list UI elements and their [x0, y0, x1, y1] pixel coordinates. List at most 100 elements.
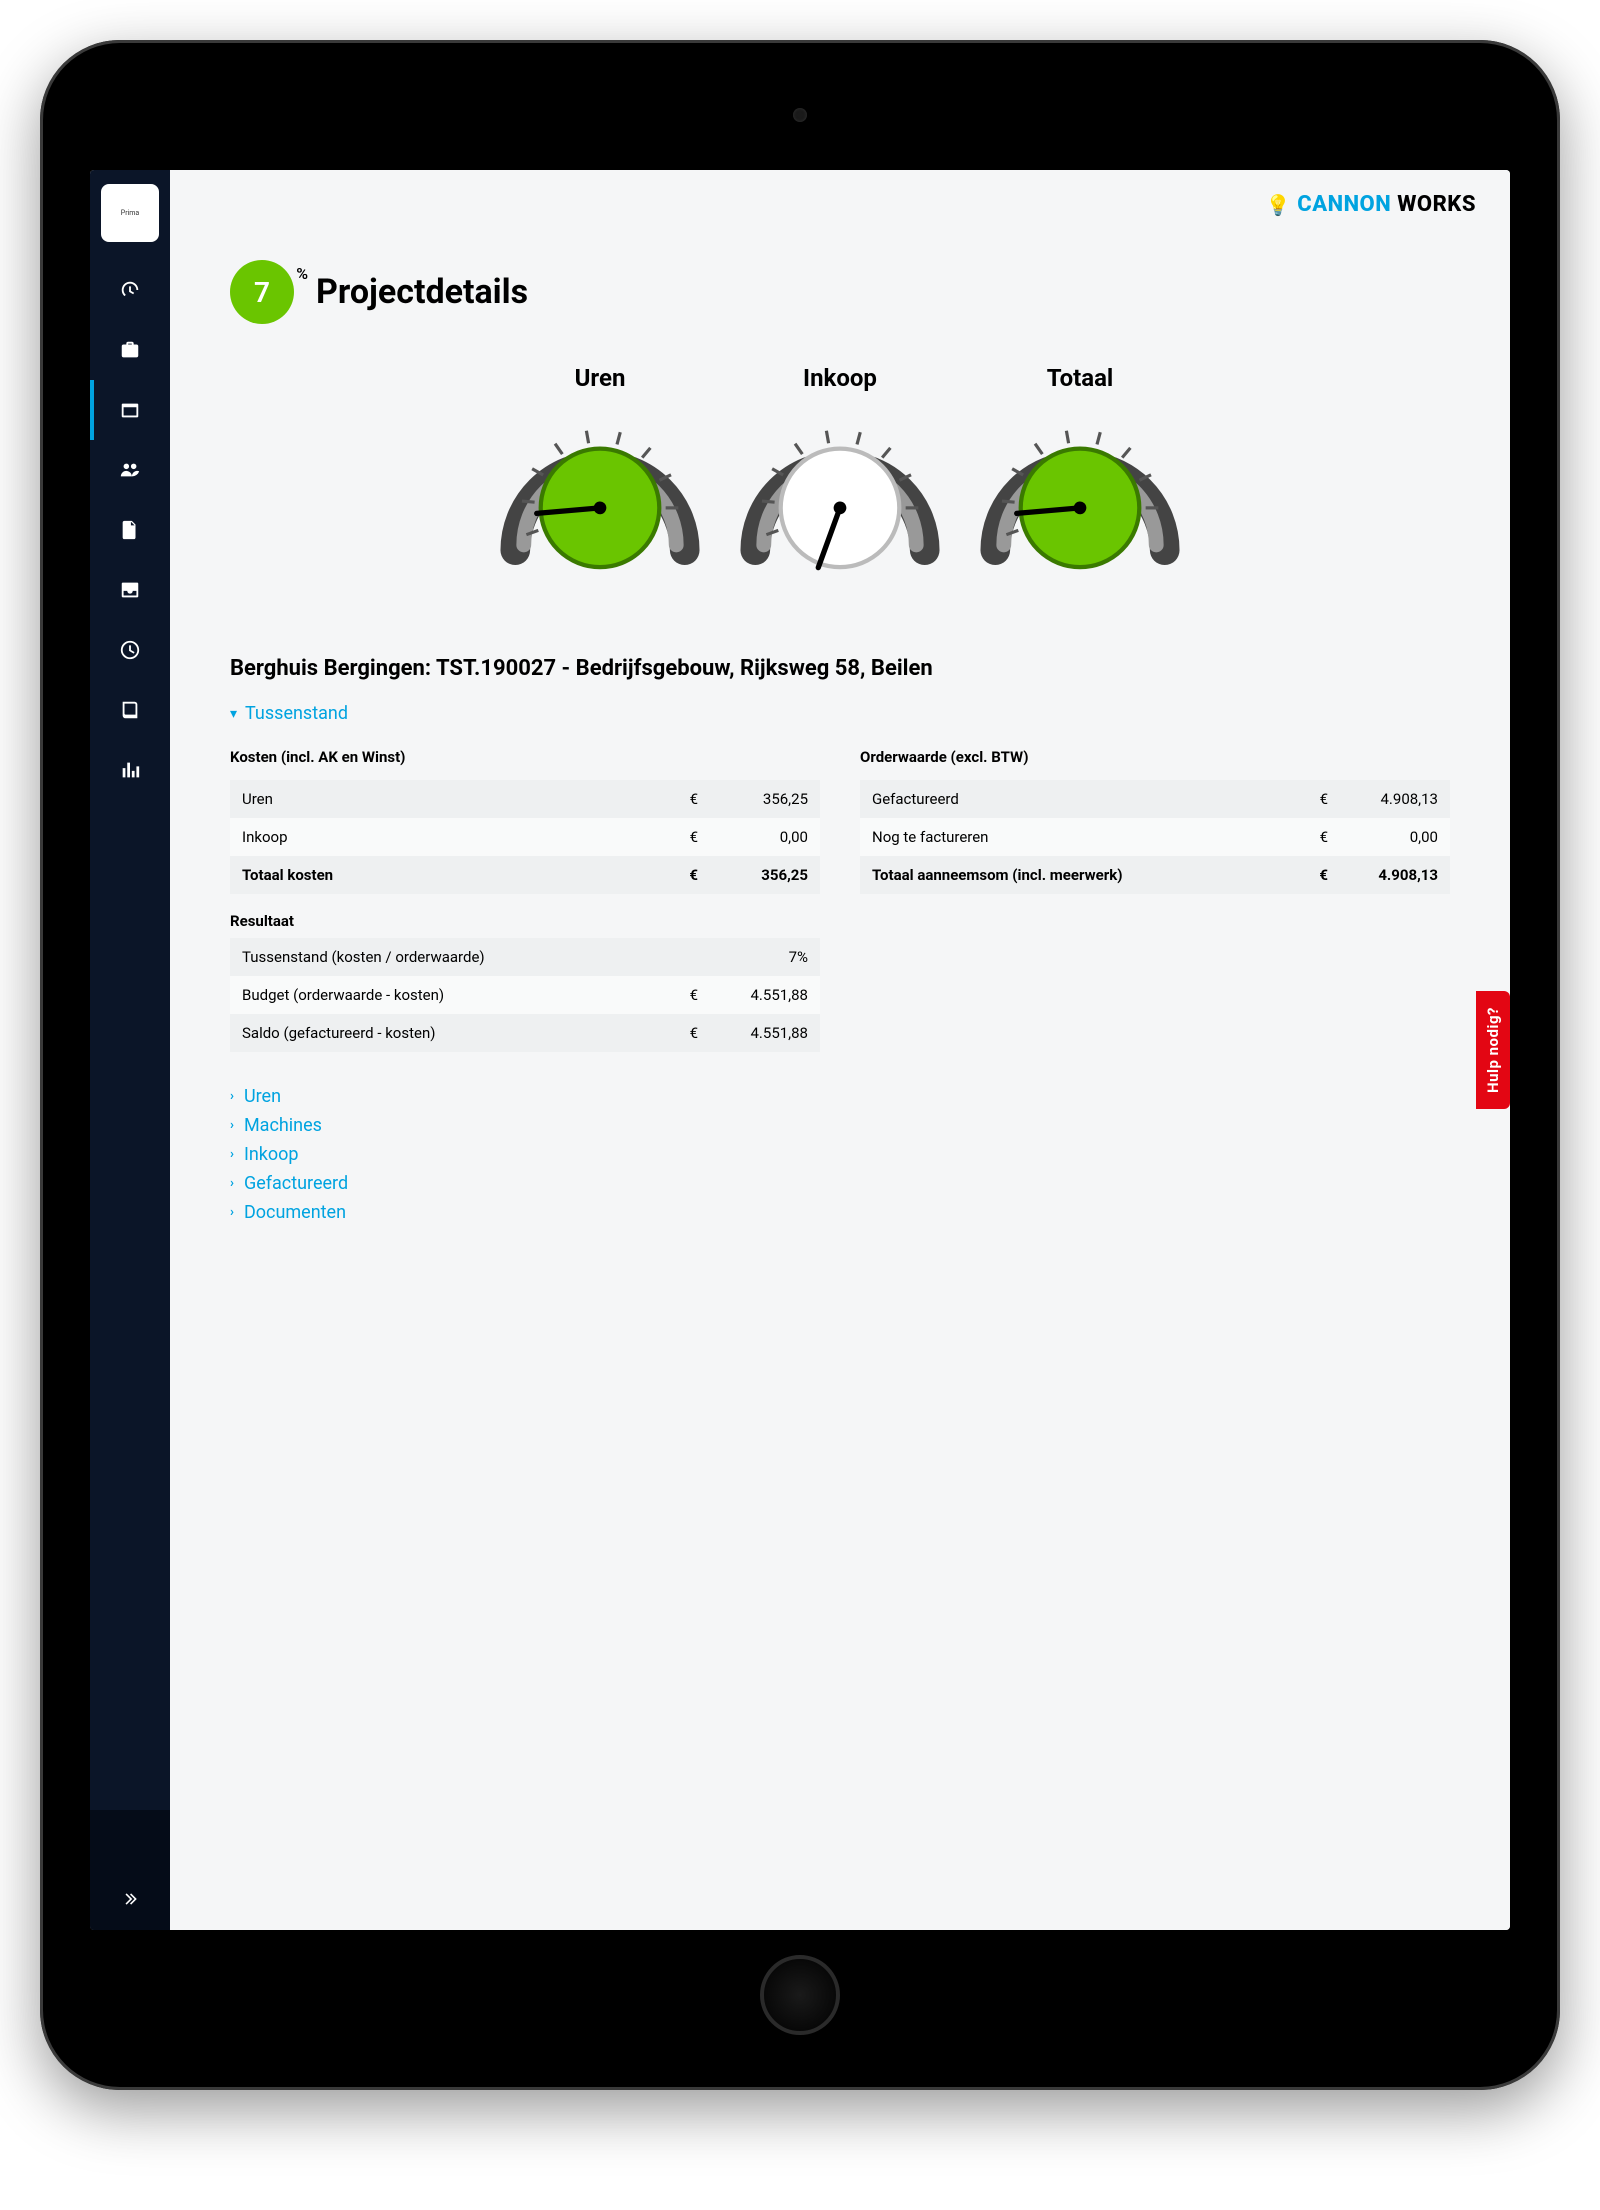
row-currency: € [670, 818, 710, 856]
row-label: Nog te factureren [860, 818, 1300, 856]
row-currency: € [670, 976, 710, 1014]
table-row: Nog te factureren € 0,00 [860, 818, 1450, 856]
row-value: 4.551,88 [710, 1014, 820, 1052]
row-currency: € [1300, 818, 1340, 856]
table-row: Totaal kosten € 356,25 [230, 856, 820, 894]
row-value: 356,25 [710, 780, 820, 818]
gauge-icon [119, 279, 141, 301]
nav-calendar[interactable] [90, 380, 170, 440]
table-row: Gefactureerd € 4.908,13 [860, 780, 1450, 818]
page-title: Projectdetails [316, 272, 528, 312]
inbox-icon [119, 579, 141, 601]
section-link-inkoop[interactable]: › Inkoop [230, 1140, 1450, 1169]
gauge-icon [730, 402, 950, 582]
chevron-right-icon: › [230, 1089, 234, 1104]
row-currency: € [670, 780, 710, 818]
row-label: Totaal kosten [230, 856, 670, 894]
chevron-right-icon: › [230, 1205, 234, 1220]
table-row: Uren € 356,25 [230, 780, 820, 818]
tablet-frame: Prima [40, 40, 1560, 2090]
section-link-gefactureerd[interactable]: › Gefactureerd [230, 1169, 1450, 1198]
section-link-documenten[interactable]: › Documenten [230, 1198, 1450, 1227]
row-label: Gefactureerd [860, 780, 1300, 818]
gauge-icon [970, 402, 1190, 582]
sidebar-footer [90, 1810, 170, 1930]
result-title: Resultaat [230, 912, 820, 930]
accordion-tussenstand[interactable]: ▾ Tussenstand [230, 703, 1450, 724]
row-value: 356,25 [710, 856, 820, 894]
row-value: 0,00 [710, 818, 820, 856]
row-value: 4.551,88 [710, 976, 820, 1014]
chevron-right-icon: › [230, 1118, 234, 1133]
briefcase-icon [119, 339, 141, 361]
nav-inbox[interactable] [90, 560, 170, 620]
row-currency [670, 938, 710, 976]
link-label: Documenten [244, 1202, 346, 1223]
chevron-right-icon: › [230, 1176, 234, 1191]
progress-circle: 7 % [230, 260, 294, 324]
row-value: 4.908,13 [1340, 856, 1450, 894]
col-costs: Kosten (incl. AK en Winst) Uren € 356,25… [230, 742, 820, 1052]
brand-part2: WORKS [1397, 192, 1476, 217]
summary-columns: Kosten (incl. AK en Winst) Uren € 356,25… [230, 742, 1450, 1052]
content: 7 % Projectdetails Uren Inkoop [170, 170, 1510, 1267]
row-currency: € [670, 856, 710, 894]
row-label: Tussenstand (kosten / orderwaarde) [230, 938, 670, 976]
result-table: Tussenstand (kosten / orderwaarde) 7% Bu… [230, 938, 820, 1052]
sidebar-logo[interactable]: Prima [101, 184, 159, 242]
link-label: Inkoop [244, 1144, 299, 1165]
row-label: Inkoop [230, 818, 670, 856]
chevron-down-icon: ▾ [230, 706, 237, 722]
gauge-totaal: Totaal [970, 364, 1190, 586]
users-icon [119, 459, 141, 481]
costs-table: Uren € 356,25 Inkoop € 0,00 Totaal koste… [230, 780, 820, 894]
nav-book[interactable] [90, 680, 170, 740]
sidebar-expand-button[interactable] [121, 1890, 139, 1912]
row-currency: € [670, 1014, 710, 1052]
app-screen: Prima [90, 170, 1510, 1930]
section-links: › Uren › Machines › Inkoop › Gefactureer… [230, 1082, 1450, 1227]
nav-users[interactable] [90, 440, 170, 500]
link-label: Machines [244, 1115, 322, 1136]
document-icon [119, 519, 141, 541]
tablet-camera [793, 108, 807, 122]
section-link-machines[interactable]: › Machines [230, 1111, 1450, 1140]
progress-symbol: % [296, 264, 308, 283]
accordion-label: Tussenstand [245, 703, 348, 724]
gauge-icon [490, 402, 710, 582]
nav-document[interactable] [90, 500, 170, 560]
link-label: Gefactureerd [244, 1173, 348, 1194]
project-name: Berghuis Bergingen: TST.190027 - Bedrijf… [230, 656, 1450, 681]
gauge-label: Uren [490, 364, 710, 392]
order-table: Gefactureerd € 4.908,13 Nog te facturere… [860, 780, 1450, 894]
row-label: Uren [230, 780, 670, 818]
sidebar-logo-text: Prima [121, 210, 139, 217]
row-label: Budget (orderwaarde - kosten) [230, 976, 670, 1014]
nav-briefcase[interactable] [90, 320, 170, 380]
link-label: Uren [244, 1086, 281, 1107]
bulb-icon: 💡 [1266, 193, 1291, 217]
nav-clock[interactable] [90, 620, 170, 680]
chevron-double-right-icon [121, 1890, 139, 1908]
nav-stats[interactable] [90, 740, 170, 800]
gauges-row: Uren Inkoop Totaal [230, 364, 1450, 586]
section-link-uren[interactable]: › Uren [230, 1082, 1450, 1111]
col-order: Orderwaarde (excl. BTW) Gefactureerd € 4… [860, 742, 1450, 1052]
tablet-home-button[interactable] [760, 1955, 840, 2035]
row-currency: € [1300, 856, 1340, 894]
gauge-inkoop: Inkoop [730, 364, 950, 586]
chevron-right-icon: › [230, 1147, 234, 1162]
gauge-uren: Uren [490, 364, 710, 586]
gauge-label: Inkoop [730, 364, 950, 392]
sidebar: Prima [90, 170, 170, 1930]
nav-dashboard[interactable] [90, 260, 170, 320]
table-row: Saldo (gefactureerd - kosten) € 4.551,88 [230, 1014, 820, 1052]
help-tab[interactable]: Hulp nodig? [1476, 991, 1510, 1109]
costs-title: Kosten (incl. AK en Winst) [230, 742, 820, 772]
table-row: Inkoop € 0,00 [230, 818, 820, 856]
brand-part1: CANNON [1297, 192, 1391, 217]
brand-logo: 💡 CANNON WORKS [1266, 192, 1476, 217]
row-value: 4.908,13 [1340, 780, 1450, 818]
row-value: 7% [710, 938, 820, 976]
gauge-label: Totaal [970, 364, 1190, 392]
